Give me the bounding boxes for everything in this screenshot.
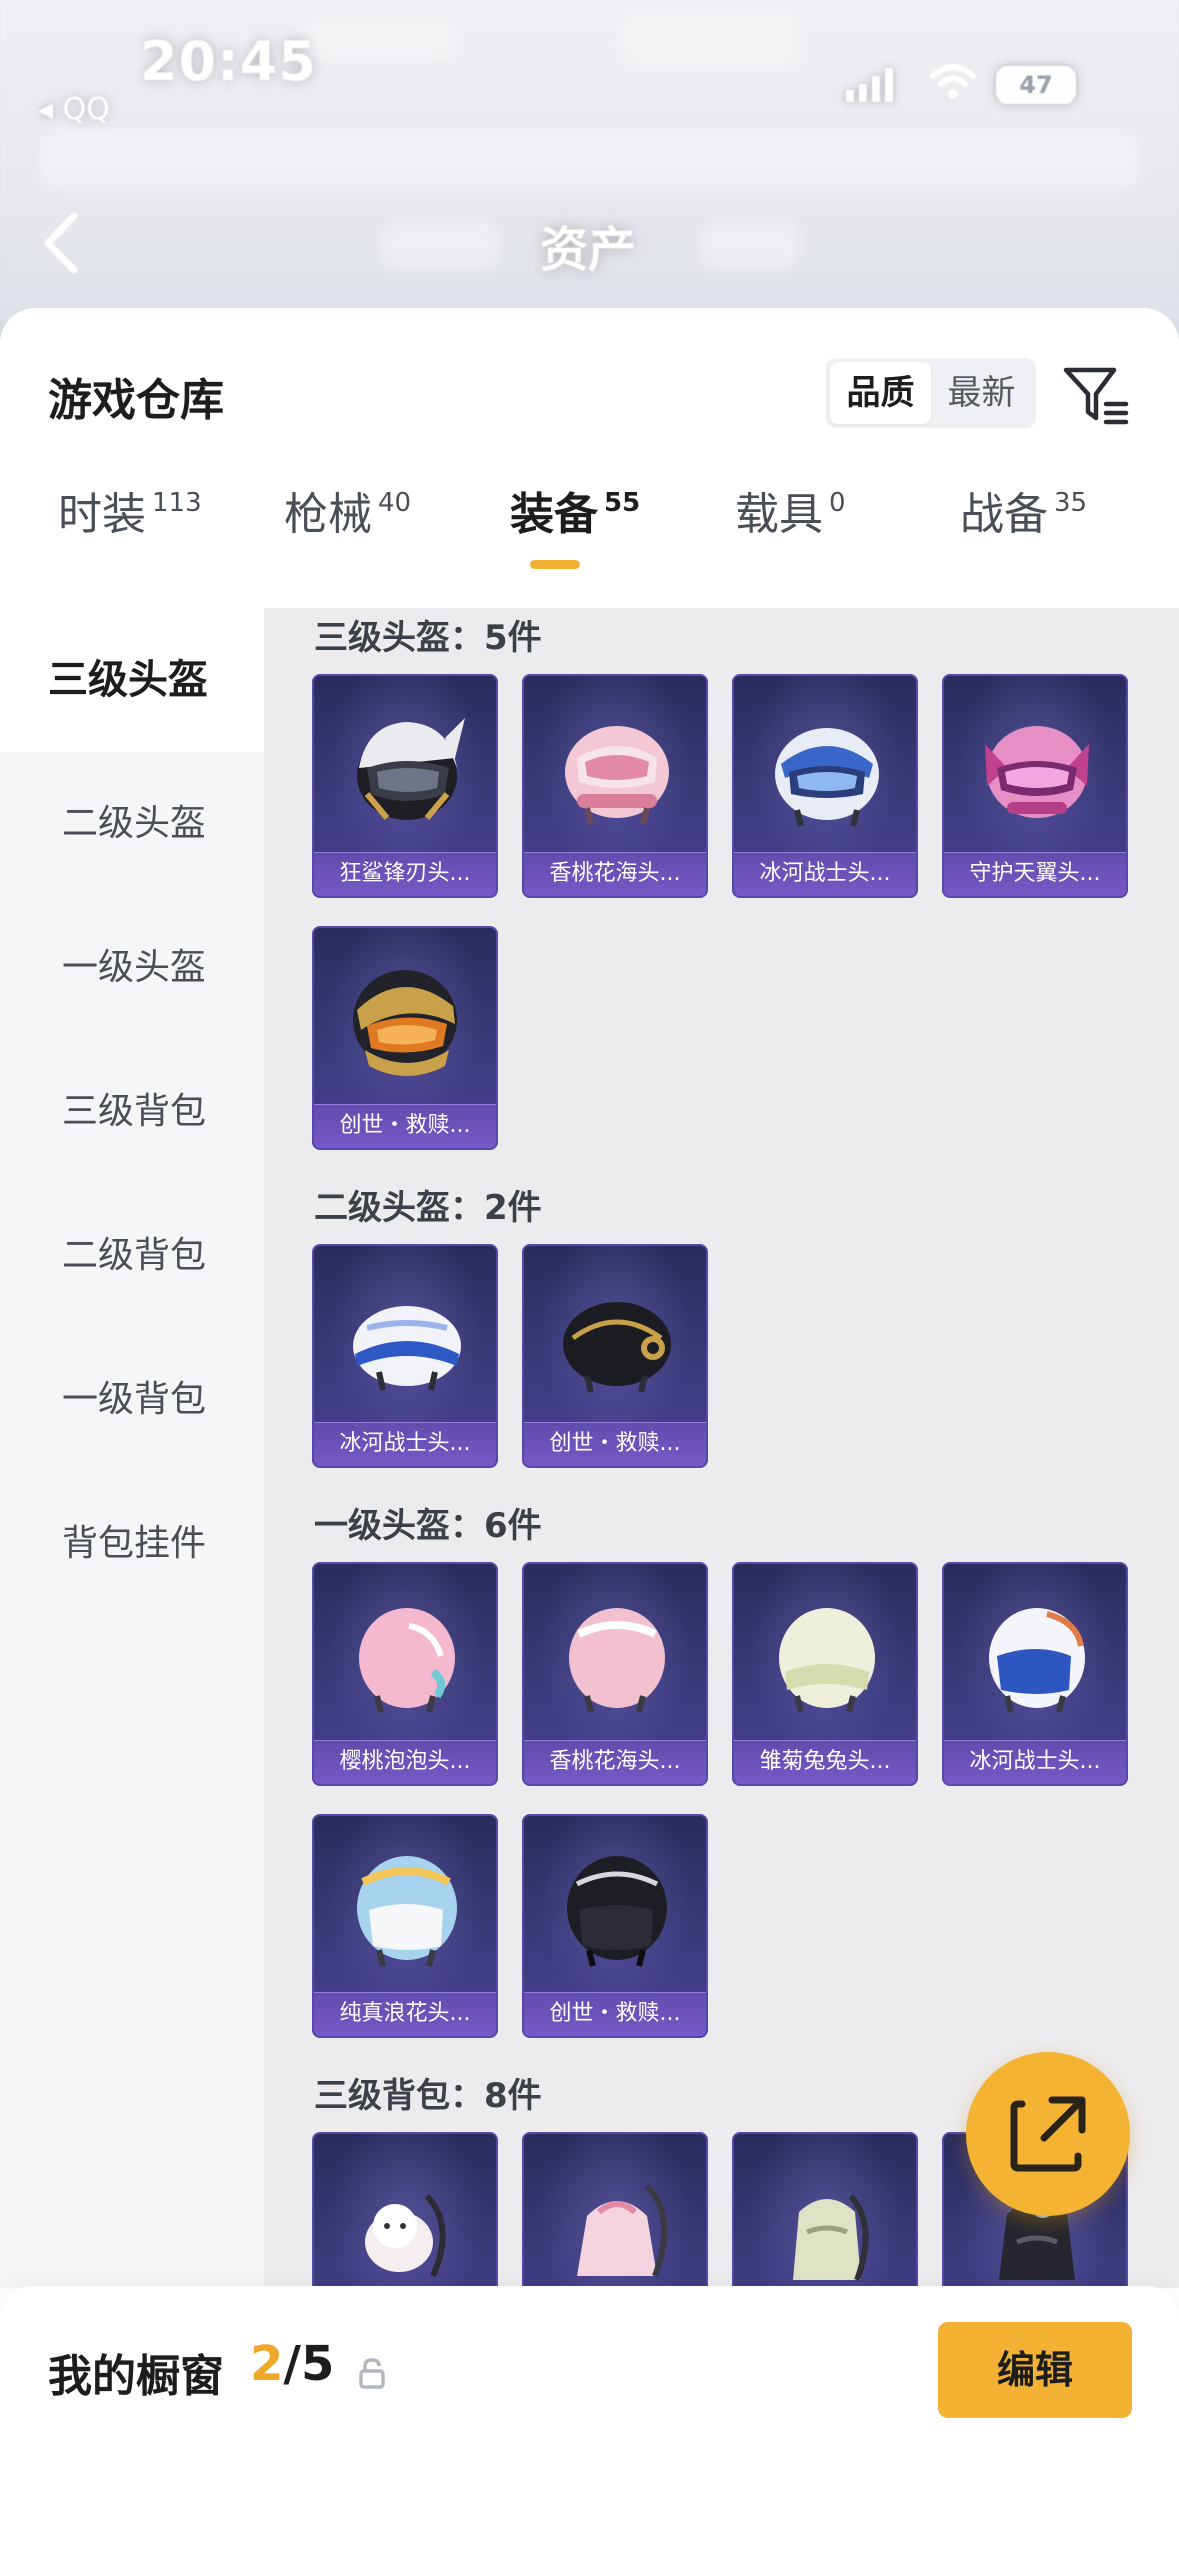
helmet-icon: [353, 1306, 461, 1391]
page-title: 游戏仓库: [48, 375, 224, 426]
item-name: 创世・救赎...: [524, 1992, 706, 2036]
item-name: 狂鲨锋刃头...: [314, 852, 496, 896]
item-card[interactable]: [522, 2132, 708, 2288]
helmet-icon: [563, 1302, 671, 1393]
sort-quality-button[interactable]: 品质: [830, 362, 931, 424]
tab-count: 113: [152, 488, 202, 518]
section-title: 一级头盔：6件: [314, 1506, 542, 1546]
backpack-icon: [793, 2194, 869, 2282]
tab-supplies[interactable]: 战备 35: [960, 478, 1087, 598]
backpack-icon: [577, 2183, 668, 2278]
item-name: 冰河战士头...: [734, 852, 916, 896]
item-card[interactable]: 樱桃泡泡头...: [312, 1562, 498, 1786]
item-card[interactable]: 创世・救赎...: [522, 1814, 708, 2038]
section-title: 二级头盔：2件: [314, 1188, 542, 1228]
sheet-header: 游戏仓库 品质 最新 时装 113 枪械 40 装备 55 载具 0 战备 35: [0, 308, 1179, 608]
helmet-icon: [569, 1608, 665, 1713]
category-tabs: 时装 113 枪械 40 装备 55 载具 0 战备 35: [0, 478, 1179, 598]
sidebar-item-lv2-helmet[interactable]: 二级头盔: [0, 752, 264, 896]
helmet-icon: [565, 726, 669, 825]
filter-icon[interactable]: [1060, 360, 1130, 430]
battery-icon: 47: [996, 66, 1076, 104]
tab-count: 55: [604, 488, 641, 518]
item-card[interactable]: [312, 2132, 498, 2288]
item-card[interactable]: 香桃花海头...: [522, 1562, 708, 1786]
sidebar-item-lv2-backpack[interactable]: 二级背包: [0, 1184, 264, 1328]
item-name: 守护天翼头...: [944, 852, 1126, 896]
item-name: 冰河战士头...: [944, 1740, 1126, 1784]
item-card[interactable]: [732, 2132, 918, 2288]
sidebar-item-lv3-backpack[interactable]: 三级背包: [0, 1040, 264, 1184]
wifi-icon: [930, 64, 976, 99]
item-name: 创世・救赎...: [524, 1422, 706, 1466]
tab-count: 40: [378, 488, 412, 518]
item-name: 创世・救赎...: [314, 1104, 496, 1148]
tab-equipment[interactable]: 装备 55: [510, 478, 640, 598]
cellular-signal-icon: [846, 68, 893, 102]
tab-label: 时装: [58, 489, 146, 540]
showcase-label: 我的橱窗: [48, 2351, 224, 2402]
tab-guns[interactable]: 枪械 40: [284, 478, 411, 598]
tab-label: 装备: [510, 489, 598, 540]
active-tab-indicator: [530, 560, 580, 569]
sidebar-item-backpack-charm[interactable]: 背包挂件: [0, 1472, 264, 1616]
item-card[interactable]: 香桃花海头...: [522, 674, 708, 898]
item-name: 樱桃泡泡头...: [314, 1740, 496, 1784]
sort-toggle: 品质 最新: [826, 358, 1036, 428]
section-title: 三级背包：8件: [314, 2076, 542, 2116]
tab-count: 0: [829, 488, 846, 518]
showcase-current: 2: [250, 2336, 284, 2392]
helmet-icon: [567, 1856, 667, 1967]
sidebar-item-lv1-backpack[interactable]: 一级背包: [0, 1328, 264, 1472]
warehouse-sheet: 游戏仓库 品质 最新 时装 113 枪械 40 装备 55 载具 0 战备 35…: [0, 308, 1179, 2556]
tab-label: 枪械: [284, 489, 372, 540]
tab-vehicles[interactable]: 载具 0: [735, 478, 846, 598]
item-card[interactable]: 冰河战士头...: [732, 674, 918, 898]
sort-newest-button[interactable]: 最新: [931, 362, 1032, 424]
helmet-icon: [779, 1608, 875, 1713]
share-button[interactable]: [966, 2052, 1130, 2216]
item-card[interactable]: 创世・救赎...: [522, 1244, 708, 1468]
item-card[interactable]: 雏菊兔兔头...: [732, 1562, 918, 1786]
item-name: 纯真浪花头...: [314, 1992, 496, 2036]
item-card[interactable]: 创世・救赎...: [312, 926, 498, 1150]
share-icon: [1010, 2096, 1086, 2172]
edit-button[interactable]: 编辑: [938, 2322, 1132, 2418]
tab-count: 35: [1054, 488, 1088, 518]
clock: 20:45: [140, 30, 317, 93]
item-name: 香桃花海头...: [524, 852, 706, 896]
item-grid: 三级头盔：5件 狂鲨锋刃头... 香桃花海头... 冰河战士头... 守护天翼头…: [264, 608, 1179, 2288]
helmet-icon: [985, 726, 1089, 818]
showcase-bar: 我的橱窗 2/5 编辑: [0, 2286, 1179, 2556]
helmet-icon: [359, 1608, 455, 1713]
showcase-count: 2/5: [250, 2336, 334, 2392]
item-name: 雏菊兔兔头...: [734, 1740, 916, 1784]
tab-fashion[interactable]: 时装 113: [58, 478, 202, 598]
sidebar-item-lv1-helmet[interactable]: 一级头盔: [0, 896, 264, 1040]
backpack-icon: [365, 2193, 446, 2278]
helmet-icon: [989, 1608, 1085, 1713]
tab-label: 载具: [735, 489, 823, 540]
section-title: 三级头盔：5件: [314, 618, 542, 658]
status-bar: 20:45 ◂ QQ 47 资产: [0, 0, 1179, 320]
item-name: 香桃花海头...: [524, 1740, 706, 1784]
helmet-icon: [357, 1856, 457, 1967]
lock-icon: [359, 2358, 385, 2389]
sidebar-item-lv3-helmet[interactable]: 三级头盔: [0, 608, 264, 752]
showcase-total: /5: [283, 2336, 335, 2392]
nav-title: 资产: [540, 222, 637, 278]
back-arrow-icon[interactable]: [40, 210, 80, 276]
tab-label: 战备: [960, 489, 1048, 540]
item-card[interactable]: 守护天翼头...: [942, 674, 1128, 898]
helmet-icon: [357, 718, 465, 820]
item-card[interactable]: 冰河战士头...: [942, 1562, 1128, 1786]
item-card[interactable]: 纯真浪花头...: [312, 1814, 498, 2038]
back-to-app-link[interactable]: ◂ QQ: [38, 92, 110, 127]
subcategory-sidebar: 三级头盔 二级头盔 一级头盔 三级背包 二级背包 一级背包 背包挂件: [0, 608, 264, 2288]
item-name: 冰河战士头...: [314, 1422, 496, 1466]
helmet-icon: [353, 970, 457, 1076]
item-card[interactable]: 冰河战士头...: [312, 1244, 498, 1468]
helmet-icon: [775, 728, 879, 827]
item-card[interactable]: 狂鲨锋刃头...: [312, 674, 498, 898]
